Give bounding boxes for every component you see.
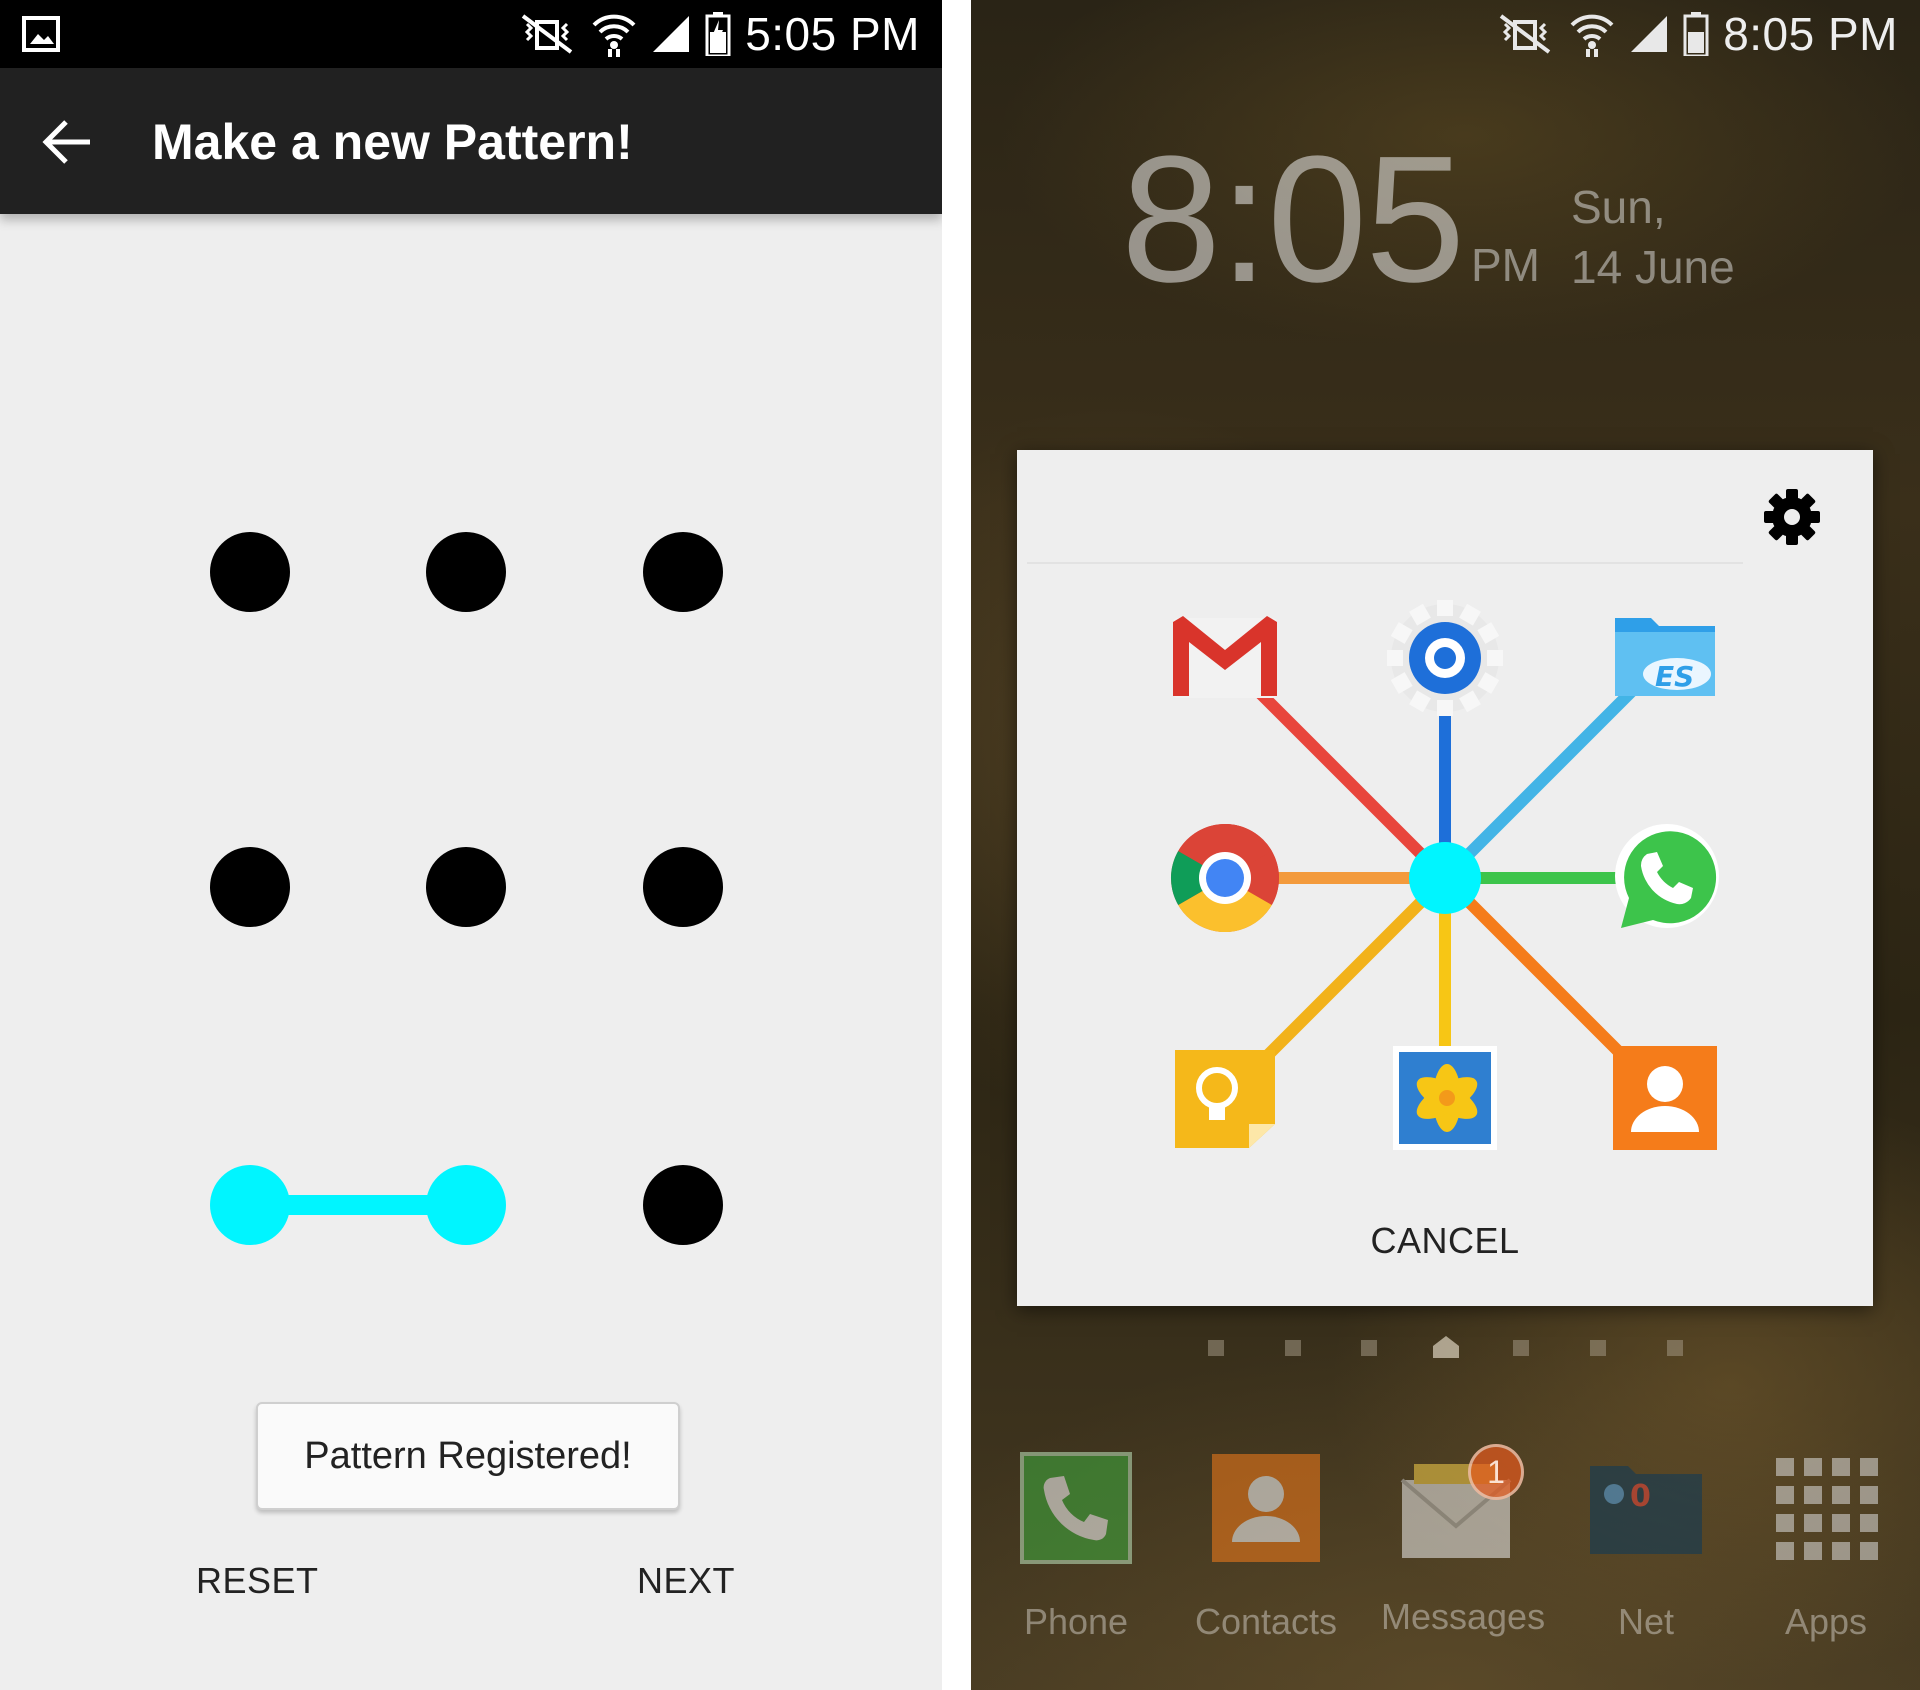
- es-file-explorer-icon[interactable]: ES: [1607, 600, 1723, 716]
- gmail-icon[interactable]: [1167, 600, 1283, 716]
- status-bar: 8:05 PM: [971, 0, 1920, 68]
- signal-icon: [1631, 16, 1668, 52]
- back-arrow-icon[interactable]: [38, 112, 98, 172]
- screenshot-notification-icon: [22, 16, 60, 52]
- clock-widget-date: 14 June: [1571, 241, 1735, 293]
- divider: [942, 0, 971, 1690]
- contacts-icon: [1212, 1454, 1320, 1562]
- dock-item-contacts[interactable]: Contacts: [1191, 1450, 1341, 1643]
- apps-grid-icon: [1776, 1458, 1878, 1560]
- home-page-indicator-icon[interactable]: [1431, 1334, 1461, 1360]
- pattern-dot-1[interactable]: [210, 532, 290, 612]
- dock-item-net[interactable]: 0 Net: [1571, 1450, 1721, 1643]
- app-launcher-dialog: ES CANCEL: [1017, 450, 1873, 1306]
- pattern-dot-7[interactable]: [210, 1165, 290, 1245]
- cancel-button[interactable]: CANCEL: [1017, 1220, 1873, 1262]
- app-bar: Make a new Pattern!: [0, 68, 942, 214]
- wifi-icon: [1570, 14, 1614, 57]
- pattern-dot-6[interactable]: [643, 847, 723, 927]
- pattern-dot-8[interactable]: [426, 1165, 506, 1245]
- clock-widget-ampm: PM: [1471, 239, 1540, 291]
- status-time: 8:05 PM: [1723, 8, 1898, 60]
- next-button[interactable]: NEXT: [637, 1560, 735, 1602]
- messages-icon-wrap: 1: [1398, 1444, 1524, 1566]
- page-indicator[interactable]: [1361, 1340, 1377, 1356]
- vibrate-mute-icon: [521, 14, 573, 54]
- pattern-setup-screen: 5:05 PM Make a new Pattern! Pattern Regi…: [0, 0, 942, 1690]
- status-toast: Pattern Registered!: [256, 1402, 680, 1510]
- dock-label-messages: Messages: [1381, 1596, 1546, 1637]
- clock-widget-day: Sun,: [1571, 181, 1666, 233]
- page-indicator[interactable]: [1667, 1340, 1683, 1356]
- dock-item-phone[interactable]: Phone: [1001, 1450, 1151, 1643]
- status-bar: 5:05 PM: [0, 0, 942, 68]
- wifi-icon: [592, 14, 636, 57]
- pattern-dot-5[interactable]: [426, 847, 506, 927]
- reset-button[interactable]: RESET: [196, 1560, 319, 1602]
- page-indicator[interactable]: [1285, 1340, 1301, 1356]
- net-folder-icon: 0: [1590, 1466, 1702, 1554]
- dock-item-apps[interactable]: Apps: [1751, 1450, 1901, 1643]
- dock-label-apps: Apps: [1784, 1601, 1868, 1642]
- vibrate-mute-icon: [1499, 14, 1551, 54]
- pattern-dot-9[interactable]: [643, 1165, 723, 1245]
- phone-icon: [1020, 1452, 1132, 1564]
- launcher-center-dot: [1409, 842, 1481, 914]
- page-indicator[interactable]: [1513, 1340, 1529, 1356]
- page-indicator[interactable]: [1208, 1340, 1224, 1356]
- battery-icon: [705, 12, 731, 56]
- page-indicator[interactable]: [1590, 1340, 1606, 1356]
- status-time: 5:05 PM: [745, 8, 920, 60]
- dock-label-net: Net: [1617, 1601, 1675, 1642]
- gallery-icon[interactable]: [1387, 1040, 1503, 1156]
- chrome-icon[interactable]: [1167, 820, 1283, 936]
- pattern-dot-2[interactable]: [426, 532, 506, 612]
- unread-badge: 1: [1468, 1444, 1524, 1500]
- pattern-dot-3[interactable]: [643, 532, 723, 612]
- pattern-dot-4[interactable]: [210, 847, 290, 927]
- signal-icon: [653, 16, 690, 52]
- battery-icon: [1683, 12, 1709, 56]
- home-screen: 8:05 PM 8:05 PM Sun, 14 June ES CANCEL P…: [971, 0, 1920, 1690]
- clock-widget-time[interactable]: 8:05: [1121, 130, 1465, 310]
- whatsapp-icon[interactable]: [1607, 820, 1723, 936]
- settings-app-icon[interactable]: [1387, 600, 1503, 716]
- memo-icon[interactable]: [1167, 1040, 1283, 1156]
- dock-label-phone: Phone: [1023, 1601, 1129, 1642]
- launcher-lines: [1220, 653, 1670, 1103]
- dock-item-messages[interactable]: 1 Messages: [1381, 1444, 1546, 1638]
- svg-text:ES: ES: [1655, 660, 1694, 693]
- svg-text:0: 0: [1630, 1479, 1651, 1514]
- page-title: Make a new Pattern!: [152, 114, 633, 170]
- contacts-icon[interactable]: [1607, 1040, 1723, 1156]
- dock-label-contacts: Contacts: [1194, 1601, 1338, 1642]
